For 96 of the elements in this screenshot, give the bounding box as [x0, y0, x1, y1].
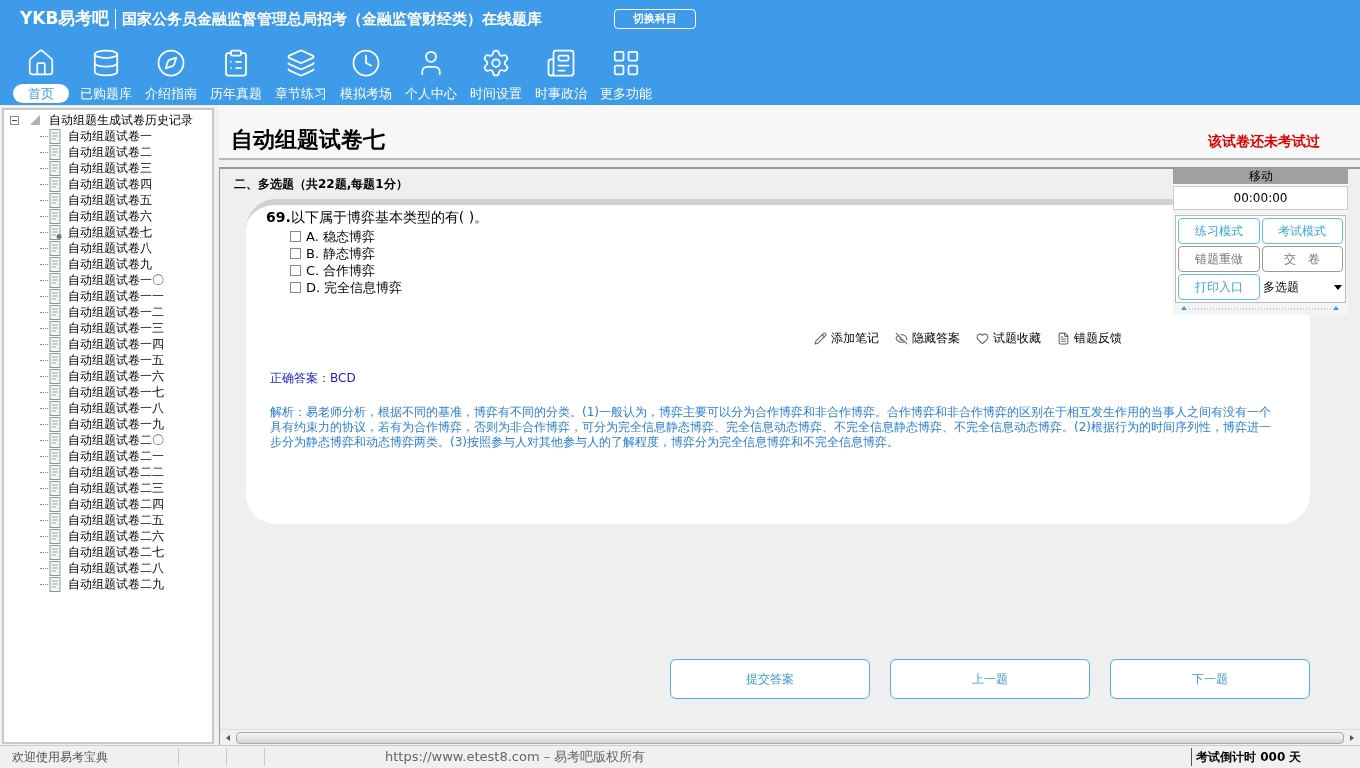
option-checkbox[interactable]	[290, 231, 301, 242]
tree-item[interactable]: 自动组题试卷一一	[68, 287, 164, 305]
document-icon	[49, 560, 62, 576]
tree-item[interactable]: 自动组题试卷五	[68, 191, 152, 209]
heart-icon[interactable]	[976, 331, 989, 345]
document-icon	[49, 256, 62, 272]
option-checkbox[interactable]	[290, 282, 301, 293]
action-link[interactable]: 添加笔记	[831, 329, 879, 347]
dropdown-caret-icon	[1334, 284, 1342, 290]
tree-item[interactable]: 自动组题试卷二四	[68, 495, 164, 513]
tree-item[interactable]: 自动组题试卷二六	[68, 527, 164, 545]
app-title: 国家公务员金融监督管理总局招考（金融监管财经类）在线题库	[122, 8, 543, 30]
tree-item[interactable]: 自动组题试卷二三	[68, 479, 164, 497]
correct-answer: 正确答案：BCD	[270, 370, 357, 387]
document-icon	[49, 384, 62, 400]
action-link[interactable]: 错题反馈	[1074, 329, 1122, 347]
paper-title: 自动组题试卷七	[231, 126, 385, 154]
document-icon	[49, 272, 62, 288]
tree-item[interactable]: 自动组题试卷八	[68, 239, 152, 257]
analysis-text: 解析：易老师分析，根据不同的基准，博弈有不同的分类。(1)一般认为，博弈主要可以分为合作博弈和非合作博弈。合作博弈和非合作博弈的区别在于相互发生作用的当事人之间有没有一个具有约束力的协议，若有为合作博弈，否则为非合作博弈，可分为完全信息静态博弈、完全信息动态博弈、不完全信息静态博弈、不完全信息动态博弈。(2)根据行为的时间序列性，博弈进一步分为静态博弈和动态博弈两类。(3)按照参与人对其他参与人的了解程度，博弈分为完全信息博弈和不完全信息博弈。	[270, 405, 1272, 450]
horizontal-scrollbar[interactable]	[220, 729, 1360, 745]
panel-title-bar[interactable]: 移动	[1173, 168, 1348, 184]
document-pin-icon	[49, 224, 62, 240]
document-icon	[49, 576, 62, 592]
document-icon	[49, 528, 62, 544]
question-stem: 以下属于博弈基本类型的有( )。	[290, 209, 489, 225]
logo: YKB易考吧	[20, 7, 110, 31]
tree-item[interactable]: 自动组题试卷七	[68, 223, 152, 241]
tree-item[interactable]: 自动组题试卷一八	[68, 399, 164, 417]
document-icon	[49, 144, 62, 160]
document-icon	[49, 496, 62, 512]
document-icon	[49, 544, 62, 560]
tree-item[interactable]: 自动组题试卷一二	[68, 303, 164, 321]
tree-item[interactable]: 自动组题试卷二二	[68, 463, 164, 481]
document-icon	[49, 400, 62, 416]
tree-item[interactable]: 自动组题试卷二五	[68, 511, 164, 529]
pencil-icon[interactable]	[814, 331, 827, 345]
tree-item[interactable]: 自动组题试卷二七	[68, 543, 164, 561]
document-icon	[49, 464, 62, 480]
document-icon	[49, 480, 62, 496]
newspaper-icon[interactable]	[545, 48, 576, 78]
document-icon	[49, 160, 62, 176]
panel-button[interactable]: 交 卷	[1261, 246, 1343, 272]
tree-item[interactable]: 自动组题试卷一九	[68, 415, 164, 433]
exam-status: 该试卷还未考试过	[1208, 132, 1320, 151]
tree-item[interactable]: 自动组题试卷二〇	[68, 431, 164, 449]
section-heading: 二、多选题（共22题,每题1分）	[234, 176, 408, 193]
question-number: 69.	[266, 209, 291, 225]
document-icon	[49, 288, 62, 304]
tree-item[interactable]: 自动组题试卷二	[68, 143, 152, 161]
option-checkbox[interactable]	[290, 248, 301, 259]
welcome-text: 欢迎使用易考宝典	[11, 749, 109, 766]
compass-icon[interactable]	[155, 48, 186, 78]
tree-item[interactable]: 自动组题试卷一五	[68, 351, 164, 369]
document-icon	[49, 176, 62, 192]
tree-item[interactable]: 自动组题试卷三	[68, 159, 152, 177]
eye-off-icon[interactable]	[895, 331, 908, 345]
resize-handle-drawing[interactable]	[1180, 305, 1341, 311]
tree-item[interactable]: 自动组题试卷一三	[68, 319, 164, 337]
document-icon	[49, 192, 62, 208]
action-link[interactable]: 隐藏答案	[912, 329, 960, 347]
layers-icon[interactable]	[285, 48, 316, 78]
document-icon	[49, 416, 62, 432]
document-icon	[49, 304, 62, 320]
tree-root-label[interactable]: 自动组题生成试卷历史记录	[49, 111, 193, 129]
tree-item[interactable]: 自动组题试卷九	[68, 255, 152, 273]
document-icon	[49, 320, 62, 336]
document-icon	[49, 336, 62, 352]
clock-icon[interactable]	[350, 48, 381, 78]
document-icon	[49, 208, 62, 224]
tree-item[interactable]: 自动组题试卷四	[68, 175, 152, 193]
tree-item[interactable]: 自动组题试卷一四	[68, 335, 164, 353]
tree-item[interactable]: 自动组题试卷六	[68, 207, 152, 225]
collapse-toggle[interactable]	[10, 115, 19, 125]
document-icon	[49, 448, 62, 464]
timer-display: 00:00:00	[1173, 186, 1348, 210]
tree-item[interactable]: 自动组题试卷二一	[68, 447, 164, 465]
tree-item[interactable]: 自动组题试卷二九	[68, 575, 164, 593]
document-icon	[49, 432, 62, 448]
tree-item[interactable]: 自动组题试卷一六	[68, 367, 164, 385]
document-icon[interactable]	[1057, 331, 1070, 345]
option-checkbox[interactable]	[290, 265, 301, 276]
tree-item[interactable]: 自动组题试卷一七	[68, 383, 164, 401]
document-icon	[49, 352, 62, 368]
exam-countdown: 考试倒计时 000 天	[1195, 749, 1303, 766]
document-icon	[49, 368, 62, 384]
copyright-text: https://www.etest8.com – 易考吧版权所有	[385, 748, 646, 767]
tree-item[interactable]: 自动组题试卷一〇	[68, 271, 164, 289]
tree-item[interactable]: 自动组题试卷二八	[68, 559, 164, 577]
document-icon	[49, 240, 62, 256]
tree-item[interactable]: 自动组题试卷一	[68, 127, 152, 145]
panel-button[interactable]: 错题重做	[1178, 246, 1260, 272]
document-icon	[49, 512, 62, 528]
action-link[interactable]: 试题收藏	[993, 329, 1041, 347]
triangle-icon	[30, 115, 40, 125]
document-icon	[49, 128, 62, 144]
